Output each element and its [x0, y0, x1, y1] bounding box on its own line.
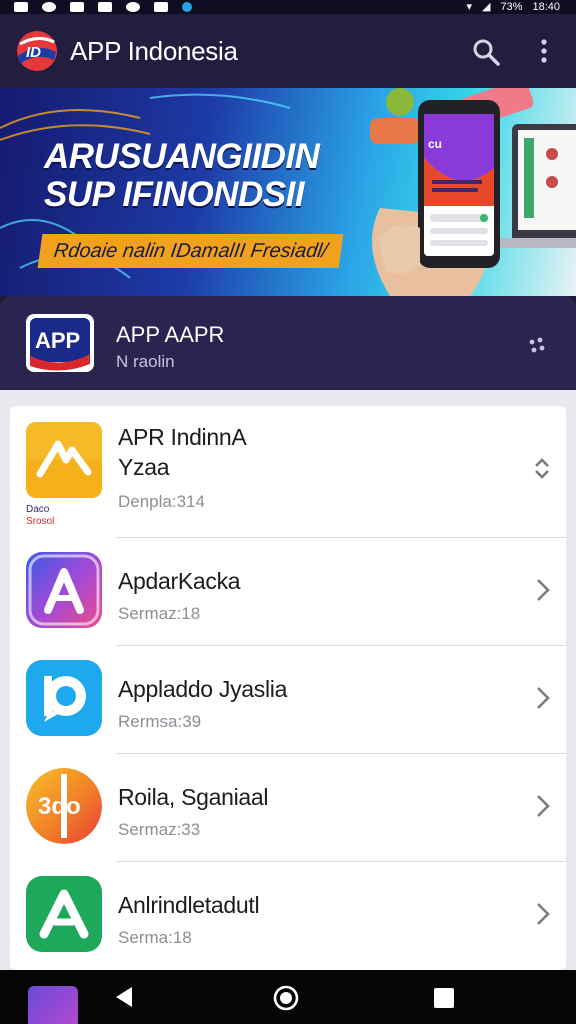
app-logo: ID	[17, 31, 57, 71]
banner-headline-line2: SUP IFINONDSII	[44, 175, 305, 214]
clock: 18:40	[532, 1, 560, 13]
wifi-icon: ▾	[466, 1, 472, 13]
featured-app-name: APP AAPR	[116, 322, 225, 347]
app-list-item[interactable]: Appladdo Jyaslia Rermsa:39	[10, 646, 566, 754]
chat-bubble-icon	[26, 660, 102, 736]
status-system: ▾ ◢ 73% 18:40	[466, 0, 560, 14]
signal-icon: ◢	[481, 1, 491, 13]
home-icon[interactable]	[272, 984, 300, 1012]
recent-app-thumbnail[interactable]	[28, 986, 78, 1024]
a-triangle-icon	[26, 552, 102, 628]
alarm-icon	[42, 2, 56, 12]
app-list-item[interactable]: Daco Srosol APR IndinnA Yzaa Denpla:314	[10, 406, 566, 538]
app-list-item[interactable]: Anlrindletadutl Serma:18	[10, 862, 566, 970]
music-icon	[126, 2, 140, 12]
more-vert-icon[interactable]	[532, 36, 556, 68]
banner-tagline: Rdoaie nalin IDamalII Fresiadl/	[37, 234, 344, 268]
system-nav-bar	[0, 970, 576, 1024]
search-icon[interactable]	[470, 36, 502, 68]
app-list-section: Daco Srosol APR IndinnA Yzaa Denpla:314	[0, 390, 576, 970]
featured-app-icon: APP	[26, 314, 94, 372]
recents-icon[interactable]	[434, 988, 454, 1008]
app-name: Appladdo Jyaslia	[118, 676, 288, 702]
arrow-icon	[26, 422, 102, 498]
svg-text:APP: APP	[35, 328, 80, 353]
a-triangle-icon	[26, 876, 102, 952]
app-name: Anlrindletadutl	[118, 892, 260, 918]
app-meta: Sermaz:18	[118, 604, 201, 623]
status-bar: ▾ ◢ 73% 18:40	[0, 0, 576, 14]
check-icon	[182, 2, 192, 12]
banner-headline-line1: ARUSUANGIIDIN	[44, 137, 320, 176]
app-bar: ID APP Indonesia	[0, 14, 576, 88]
app-name: APR IndinnA	[118, 424, 247, 450]
status-notifications	[14, 0, 192, 14]
app-list: Daco Srosol APR IndinnA Yzaa Denpla:314	[10, 406, 566, 970]
app-list-item[interactable]: ApdarKacka Sermaz:18	[10, 538, 566, 646]
app-list-item[interactable]: 3do Roila, Sganiaal Sermaz:33	[10, 754, 566, 862]
svg-text:cu: cu	[428, 137, 442, 151]
featured-app[interactable]: APP APP AAPR N raolin	[0, 296, 576, 390]
app-title: APP Indonesia	[70, 36, 238, 66]
app-icon-caption-line2: Srosol	[26, 516, 55, 527]
text-logo-icon: 3do	[26, 768, 102, 844]
banner-headline: ARUSUANGIIDIN SUP IFINONDSII	[44, 137, 320, 214]
app-icon-caption-line1: Daco	[26, 504, 50, 515]
app-meta: Rermsa:39	[118, 712, 202, 731]
sort-icon[interactable]	[532, 454, 552, 482]
app-name: ApdarKacka	[118, 568, 241, 594]
phone-icon	[98, 2, 112, 12]
app-meta: Denpla:314	[118, 492, 205, 511]
chevron-right-icon[interactable]	[532, 576, 552, 604]
svg-text:ID: ID	[26, 44, 41, 61]
featured-app-subtitle: N raolin	[116, 352, 175, 371]
chevron-right-icon[interactable]	[532, 792, 552, 820]
promo-banner[interactable]: cu ARUSUANGIIDIN SUP IFINONDSII Rdoaie n…	[0, 88, 576, 296]
gallery-icon	[70, 2, 84, 12]
app-name-line2: Yzaa	[118, 454, 170, 480]
mail-icon	[154, 2, 168, 12]
svg-text:3do: 3do	[38, 793, 81, 820]
app-meta: Serma:18	[118, 928, 192, 947]
app-icon-caption: Daco Srosol	[26, 504, 54, 528]
app-name: Roila, Sganiaal	[118, 784, 269, 810]
dots-icon[interactable]	[526, 334, 548, 356]
chevron-right-icon[interactable]	[532, 684, 552, 712]
back-icon[interactable]	[112, 984, 138, 1010]
notification-icon	[14, 2, 28, 12]
battery-level: 73%	[500, 1, 523, 13]
app-meta: Sermaz:33	[118, 820, 201, 839]
chevron-right-icon[interactable]	[532, 900, 552, 928]
